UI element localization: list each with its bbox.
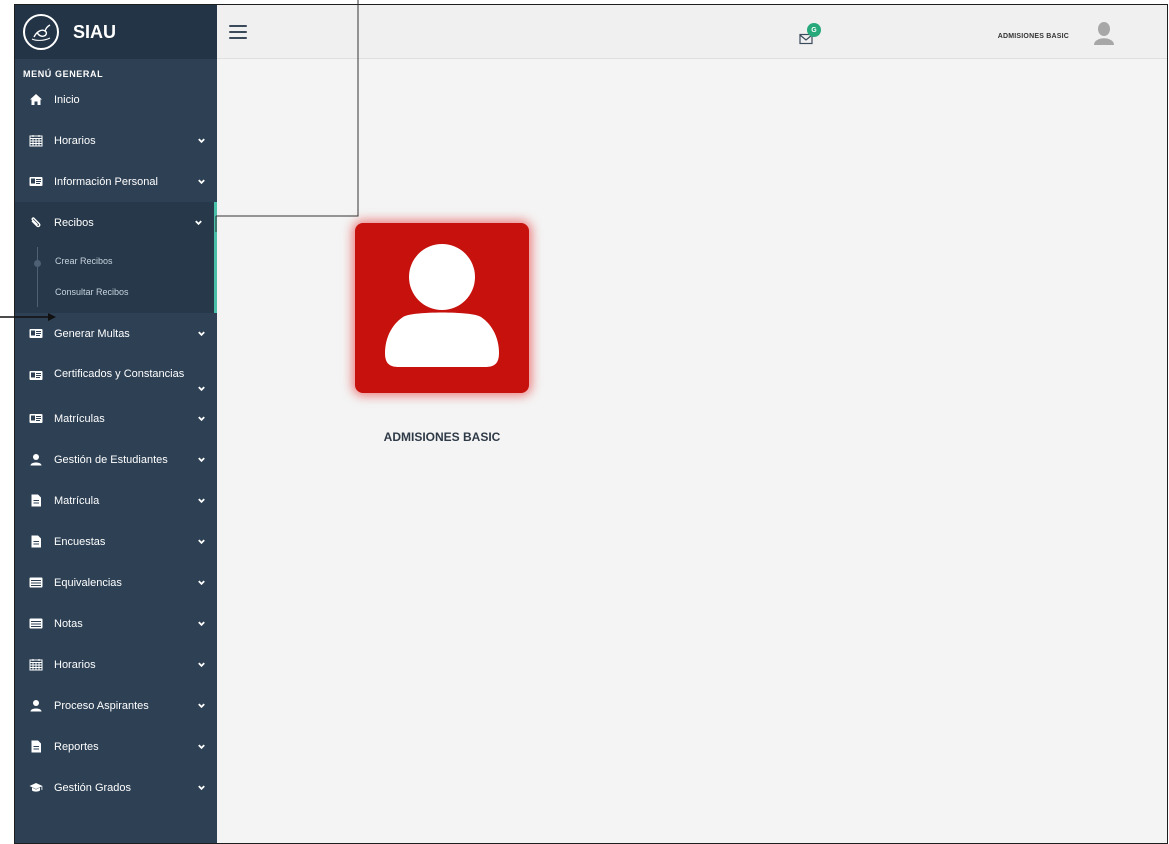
chevron-down-icon <box>197 414 207 424</box>
id-card-icon <box>28 327 44 341</box>
chevron-down-icon <box>197 578 207 588</box>
sidebar-item-certificados[interactable]: Certificados y Constancias <box>15 354 217 398</box>
sidebar-item-gestion-grados[interactable]: Gestión Grados <box>15 767 217 808</box>
sidebar-item-reportes[interactable]: Reportes <box>15 726 217 767</box>
chevron-down-icon <box>197 783 207 793</box>
chevron-down-icon <box>197 537 207 547</box>
sidebar-item-label: Matrículas <box>54 412 105 425</box>
sidebar-item-label: Gestión Grados <box>54 781 132 794</box>
id-card-icon <box>28 368 44 382</box>
sidebar-item-label: Generar Multas <box>54 327 130 340</box>
chevron-down-icon <box>197 660 207 670</box>
sidebar: SIAU MENÚ GENERAL Inicio Horarios Inform… <box>15 5 217 843</box>
sidebar-item-encuestas[interactable]: Encuestas <box>15 521 217 562</box>
sidebar-item-equivalencias[interactable]: Equivalencias <box>15 562 217 603</box>
sidebar-item-label: Proceso Aspirantes <box>54 699 149 712</box>
sidebar-item-inicio[interactable]: Inicio <box>15 79 217 120</box>
recibos-submenu: Crear Recibos Consultar Recibos <box>15 243 217 313</box>
list-icon <box>28 576 44 590</box>
id-card-icon <box>28 175 44 189</box>
sidebar-item-matricula[interactable]: Matrícula <box>15 480 217 521</box>
file-icon <box>28 535 44 549</box>
notifications-button[interactable]: G <box>797 23 825 49</box>
university-logo <box>23 14 59 50</box>
main-content: ADMISIONES BASIC <box>217 59 1167 843</box>
sidebar-item-horarios[interactable]: Horarios <box>15 120 217 161</box>
brand-header[interactable]: SIAU <box>15 5 217 59</box>
submenu-item-label: Crear Recibos <box>55 255 113 266</box>
bullet-dot-icon <box>34 259 41 267</box>
list-icon <box>28 617 44 631</box>
chevron-down-icon <box>197 455 207 465</box>
chevron-down-icon <box>197 496 207 506</box>
profile-card[interactable] <box>355 223 529 393</box>
top-bar: G ADMISIONES BASIC <box>217 5 1167 59</box>
id-card-icon <box>28 412 44 426</box>
file-icon <box>28 494 44 508</box>
app-name: SIAU <box>73 21 117 42</box>
sidebar-item-label: Notas <box>54 617 83 630</box>
calendar-icon <box>28 658 44 672</box>
submenu-item-crear-recibos[interactable]: Crear Recibos <box>15 245 214 276</box>
sidebar-item-label: Encuestas <box>54 535 106 548</box>
hamburger-menu-icon[interactable] <box>229 25 247 39</box>
calendar-icon <box>28 134 44 148</box>
file-icon <box>28 740 44 754</box>
chevron-down-icon <box>197 742 207 752</box>
sidebar-item-label: Horarios <box>54 658 96 671</box>
sidebar-item-matriculas[interactable]: Matrículas <box>15 398 217 439</box>
user-silhouette-icon <box>1094 22 1114 45</box>
username-label[interactable]: ADMISIONES BASIC <box>998 33 1069 40</box>
sidebar-item-gestion-estudiantes[interactable]: Gestión de Estudiantes <box>15 439 217 480</box>
chevron-down-icon <box>194 218 204 228</box>
sidebar-item-notas[interactable]: Notas <box>15 603 217 644</box>
app-window: SIAU MENÚ GENERAL Inicio Horarios Inform… <box>14 4 1168 844</box>
notification-badge: G <box>807 23 821 37</box>
profile-name: ADMISIONES BASIC <box>383 430 501 444</box>
callout-arrow <box>0 313 56 321</box>
sidebar-item-label: Matrícula <box>54 494 100 507</box>
chevron-down-icon <box>197 619 207 629</box>
sidebar-item-label: Certificados y Constancias <box>54 368 185 380</box>
sidebar-item-label: Reportes <box>54 740 99 753</box>
sidebar-item-proceso-aspirantes[interactable]: Proceso Aspirantes <box>15 685 217 726</box>
sidebar-item-label: Recibos <box>54 216 94 229</box>
sidebar-item-label: Equivalencias <box>54 576 122 589</box>
graduation-cap-icon <box>28 781 44 795</box>
sidebar-item-label: Gestión de Estudiantes <box>54 453 168 466</box>
chevron-down-icon <box>197 329 207 339</box>
submenu-item-label: Consultar Recibos <box>55 286 129 297</box>
paperclip-icon <box>28 216 44 230</box>
sidebar-item-label: Horarios <box>54 134 96 147</box>
menu-header: MENÚ GENERAL <box>23 69 104 79</box>
user-icon <box>28 453 44 467</box>
submenu-item-consultar-recibos[interactable]: Consultar Recibos <box>15 276 214 307</box>
avatar[interactable] <box>1093 21 1115 45</box>
user-icon <box>28 699 44 713</box>
chevron-down-icon <box>197 136 207 146</box>
sidebar-item-recibos[interactable]: Recibos <box>15 202 217 243</box>
chevron-down-icon <box>197 177 207 187</box>
sidebar-item-label: Inicio <box>54 93 80 106</box>
heron-logo-icon <box>31 24 51 41</box>
sidebar-item-label: Información Personal <box>54 175 158 188</box>
sidebar-item-horarios-2[interactable]: Horarios <box>15 644 217 685</box>
user-profile-icon <box>385 244 499 367</box>
chevron-down-icon <box>197 701 207 711</box>
sidebar-item-informacion-personal[interactable]: Información Personal <box>15 161 217 202</box>
chevron-down-icon <box>197 384 207 394</box>
home-icon <box>28 93 44 107</box>
